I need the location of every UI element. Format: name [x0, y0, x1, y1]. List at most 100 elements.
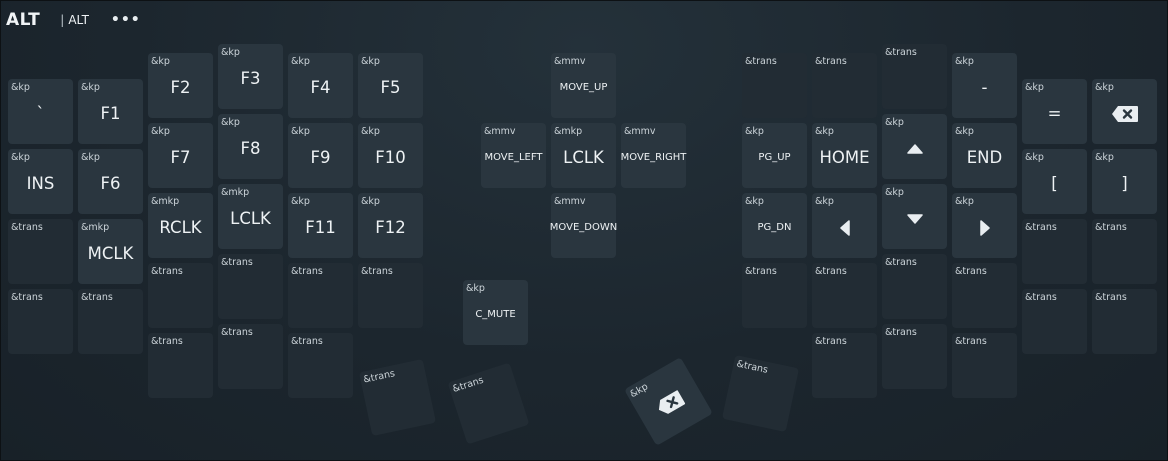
key-k31[interactable]: &mkp LCLK: [218, 184, 283, 249]
layer-header: ALT | ALT •••: [6, 9, 141, 31]
key-value-label: F1: [100, 104, 121, 123]
key-value-label: [148, 333, 213, 398]
key-k20[interactable]: &mkp LCLK: [551, 123, 616, 188]
key-k4[interactable]: &kp F4: [288, 53, 353, 118]
key-k10[interactable]: &kp -: [952, 53, 1017, 118]
arrow-right-icon: [952, 193, 1017, 258]
key-k13[interactable]: &kp INS: [8, 149, 73, 214]
key-value-label: [: [1051, 174, 1058, 193]
key-k47[interactable]: &trans: [358, 263, 423, 328]
key-k49[interactable]: &trans: [812, 263, 877, 328]
key-k38[interactable]: &kp: [952, 193, 1017, 258]
key-k32[interactable]: &kp F11: [288, 193, 353, 258]
key-k7[interactable]: &trans: [742, 53, 807, 118]
key-k9[interactable]: &trans: [882, 44, 947, 109]
key-value-label: [812, 53, 877, 118]
key-value-label: [882, 44, 947, 109]
key-value-label: -: [981, 78, 988, 97]
arrow-up-icon: [882, 114, 947, 179]
key-value-label: END: [966, 148, 1003, 167]
key-value-label: [218, 254, 283, 319]
key-k39[interactable]: &trans: [1022, 219, 1087, 284]
key-k0[interactable]: &kp `: [8, 79, 73, 144]
key-k45[interactable]: &trans: [288, 263, 353, 328]
key-k28[interactable]: &trans: [8, 219, 73, 284]
key-k60[interactable]: &trans: [358, 358, 437, 437]
key-k29[interactable]: &mkp MCLK: [78, 219, 143, 284]
key-k55[interactable]: &trans: [218, 324, 283, 389]
key-k14[interactable]: &kp F6: [78, 149, 143, 214]
key-k43[interactable]: &trans: [148, 263, 213, 328]
key-k51[interactable]: &trans: [952, 263, 1017, 328]
key-value-label: F4: [310, 78, 331, 97]
key-k8[interactable]: &trans: [812, 53, 877, 118]
key-k22[interactable]: &kp PG_UP: [742, 123, 807, 188]
key-k26[interactable]: &kp[: [1022, 149, 1087, 214]
key-value-label: [288, 263, 353, 328]
key-k46[interactable]: &kp C_MUTE: [463, 280, 528, 345]
key-k30[interactable]: &mkp RCLK: [148, 193, 213, 258]
key-k37[interactable]: &kp: [882, 184, 947, 249]
layer-title: ALT: [6, 10, 41, 30]
key-value-label: F2: [170, 78, 191, 97]
key-value-label: [1022, 289, 1087, 354]
key-value-label: MOVE_UP: [559, 82, 608, 93]
tab-layer-alt[interactable]: ALT: [68, 13, 89, 27]
key-k63[interactable]: &trans: [721, 354, 800, 433]
key-k16[interactable]: &kp F8: [218, 114, 283, 179]
layer-separator: |: [60, 13, 65, 27]
key-k44[interactable]: &trans: [218, 254, 283, 319]
key-k18[interactable]: &kp F10: [358, 123, 423, 188]
key-value-label: [882, 254, 947, 319]
key-k25[interactable]: &kp END: [952, 123, 1017, 188]
key-k57[interactable]: &trans: [812, 333, 877, 398]
key-k11[interactable]: &kp =: [1022, 79, 1087, 144]
key-k12[interactable]: &kp: [1092, 79, 1157, 144]
key-k50[interactable]: &trans: [882, 254, 947, 319]
key-k15[interactable]: &kp F7: [148, 123, 213, 188]
key-k33[interactable]: &kp F12: [358, 193, 423, 258]
key-k3[interactable]: &kp F3: [218, 44, 283, 109]
key-k23[interactable]: &kp HOME: [812, 123, 877, 188]
key-k27[interactable]: &kp]: [1092, 149, 1157, 214]
key-value-label: C_MUTE: [475, 309, 516, 320]
key-k19[interactable]: &mmv MOVE_LEFT: [481, 123, 546, 188]
key-k52[interactable]: &trans: [1022, 289, 1087, 354]
key-k41[interactable]: &trans: [8, 289, 73, 354]
key-k21[interactable]: &mmv MOVE_RIGHT: [621, 123, 686, 188]
key-k59[interactable]: &trans: [952, 333, 1017, 398]
key-value-label: F11: [305, 218, 336, 237]
key-value-label: [8, 219, 73, 284]
more-options-icon[interactable]: •••: [111, 13, 141, 27]
key-value-label: F3: [240, 69, 261, 88]
key-k35[interactable]: &kp PG_DN: [742, 193, 807, 258]
key-value-label: PG_DN: [757, 222, 792, 233]
key-k5[interactable]: &kp F5: [358, 53, 423, 118]
key-value-label: MOVE_LEFT: [484, 152, 543, 163]
key-k53[interactable]: &trans: [1092, 289, 1157, 354]
key-value-label: [1092, 219, 1157, 284]
key-k34[interactable]: &mmv MOVE_DOWN: [550, 193, 617, 258]
key-value-label: [1022, 219, 1087, 284]
key-value-label: [288, 333, 353, 398]
key-k40[interactable]: &trans: [1092, 219, 1157, 284]
key-k1[interactable]: &kp F1: [78, 79, 143, 144]
key-k42[interactable]: &trans: [78, 289, 143, 354]
key-k36[interactable]: &kp: [812, 193, 877, 258]
key-k17[interactable]: &kp F9: [288, 123, 353, 188]
key-value-label: [742, 263, 807, 328]
key-k48[interactable]: &trans: [742, 263, 807, 328]
key-value-label: F5: [380, 78, 401, 97]
key-k6[interactable]: &mmv MOVE_UP: [551, 53, 616, 118]
key-value-label: F10: [375, 148, 406, 167]
key-value-label: F9: [310, 148, 331, 167]
key-value-label: [1092, 289, 1157, 354]
key-value-label: F6: [100, 174, 121, 193]
key-k54[interactable]: &trans: [148, 333, 213, 398]
key-value-label: [952, 333, 1017, 398]
key-k2[interactable]: &kp F2: [148, 53, 213, 118]
key-k24[interactable]: &kp: [882, 114, 947, 179]
key-k56[interactable]: &trans: [288, 333, 353, 398]
key-k58[interactable]: &trans: [882, 324, 947, 389]
key-value-label: [722, 355, 799, 432]
